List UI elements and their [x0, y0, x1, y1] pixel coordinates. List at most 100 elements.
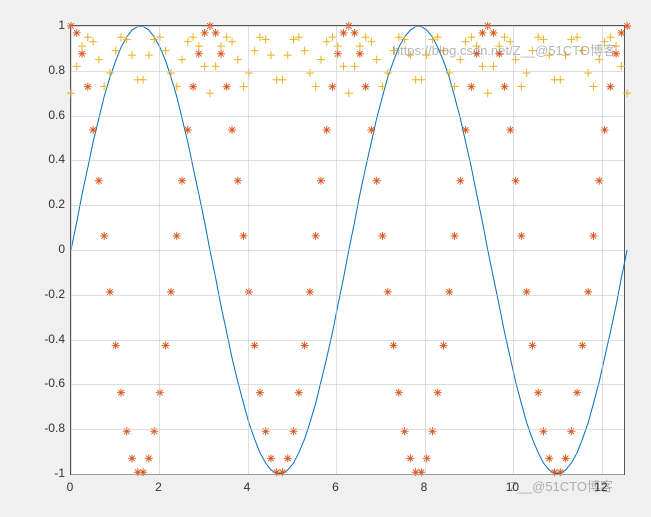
star-marker — [545, 454, 553, 462]
star-marker — [606, 83, 614, 91]
plus-marker — [217, 42, 225, 50]
plus-marker — [578, 47, 586, 55]
plus-marker — [189, 33, 197, 41]
star-marker — [528, 341, 536, 349]
star-marker — [73, 29, 81, 37]
gridline-horizontal — [71, 429, 624, 430]
y-tick-label: 0.6 — [40, 108, 65, 122]
x-tick-label: 0 — [67, 480, 74, 494]
plus-marker — [340, 62, 348, 70]
plus-marker — [323, 38, 331, 46]
plus-marker — [617, 62, 625, 70]
plus-marker — [406, 51, 414, 59]
x-tick-label: 2 — [155, 480, 162, 494]
star-marker — [456, 177, 464, 185]
star-marker — [467, 83, 475, 91]
star-marker — [434, 389, 442, 397]
plus-marker — [100, 82, 108, 90]
y-tick-label: 1 — [40, 18, 65, 32]
star-marker — [112, 341, 120, 349]
star-marker — [556, 468, 564, 476]
gridline-horizontal — [71, 116, 624, 117]
y-tick-label: -0.2 — [40, 287, 65, 301]
plus-marker — [395, 33, 403, 41]
gridline-horizontal — [71, 205, 624, 206]
y-tick-label: -0.8 — [40, 421, 65, 435]
star-marker — [362, 83, 370, 91]
plus-marker — [373, 56, 381, 64]
y-tick-label: -1 — [40, 466, 65, 480]
star-marker — [84, 83, 92, 91]
plus-marker — [284, 51, 292, 59]
y-tick-label: 0 — [40, 242, 65, 256]
plus-marker — [228, 38, 236, 46]
plus-marker — [301, 47, 309, 55]
star-marker — [589, 232, 597, 240]
plus-marker — [117, 33, 125, 41]
plus-marker — [362, 33, 370, 41]
gridline-horizontal — [71, 71, 624, 72]
star-marker — [334, 50, 342, 58]
plus-marker — [567, 35, 575, 43]
y-tick-label: -0.6 — [40, 376, 65, 390]
y-tick-label: 0.2 — [40, 197, 65, 211]
plus-marker — [484, 89, 492, 97]
star-marker — [162, 341, 170, 349]
star-marker — [573, 389, 581, 397]
gridline-horizontal — [71, 26, 624, 27]
plus-marker — [145, 51, 153, 59]
star-marker — [317, 177, 325, 185]
star-marker — [356, 50, 364, 58]
x-tick-label: 8 — [421, 480, 428, 494]
star-marker — [267, 454, 275, 462]
star-marker — [145, 454, 153, 462]
plus-marker — [495, 42, 503, 50]
plus-marker — [556, 76, 564, 84]
star-marker — [562, 454, 570, 462]
gridline-horizontal — [71, 295, 624, 296]
plus-marker — [78, 42, 86, 50]
plus-marker — [184, 38, 192, 46]
star-marker — [95, 177, 103, 185]
star-marker — [195, 50, 203, 58]
plus-marker — [223, 33, 231, 41]
y-tick-label: -0.4 — [40, 332, 65, 346]
plus-marker — [312, 82, 320, 90]
star-marker — [489, 29, 497, 37]
star-marker — [423, 454, 431, 462]
gridline-horizontal — [71, 340, 624, 341]
star-marker — [323, 126, 331, 134]
star-marker — [623, 22, 631, 30]
plus-marker — [489, 62, 497, 70]
plus-marker — [539, 35, 547, 43]
star-marker — [501, 83, 509, 91]
plus-marker — [434, 33, 442, 41]
star-marker — [328, 83, 336, 91]
star-marker — [378, 232, 386, 240]
plus-marker — [534, 33, 542, 41]
plus-marker — [212, 62, 220, 70]
plus-marker — [573, 33, 581, 41]
plus-marker — [178, 56, 186, 64]
gridline-horizontal — [71, 250, 624, 251]
star-marker — [278, 468, 286, 476]
plus-marker — [545, 51, 553, 59]
star-marker — [406, 454, 414, 462]
plus-marker — [139, 76, 147, 84]
plus-marker — [451, 82, 459, 90]
plus-marker — [262, 35, 270, 43]
star-marker — [173, 232, 181, 240]
star-marker — [240, 232, 248, 240]
star-marker — [217, 50, 225, 58]
plus-marker — [278, 76, 286, 84]
plus-marker — [478, 62, 486, 70]
star-marker — [228, 126, 236, 134]
plus-marker — [623, 89, 631, 97]
plus-marker — [517, 82, 525, 90]
star-marker — [295, 389, 303, 397]
star-marker — [223, 83, 231, 91]
star-marker — [312, 232, 320, 240]
plus-marker — [267, 51, 275, 59]
star-marker — [351, 29, 359, 37]
plus-marker — [528, 47, 536, 55]
